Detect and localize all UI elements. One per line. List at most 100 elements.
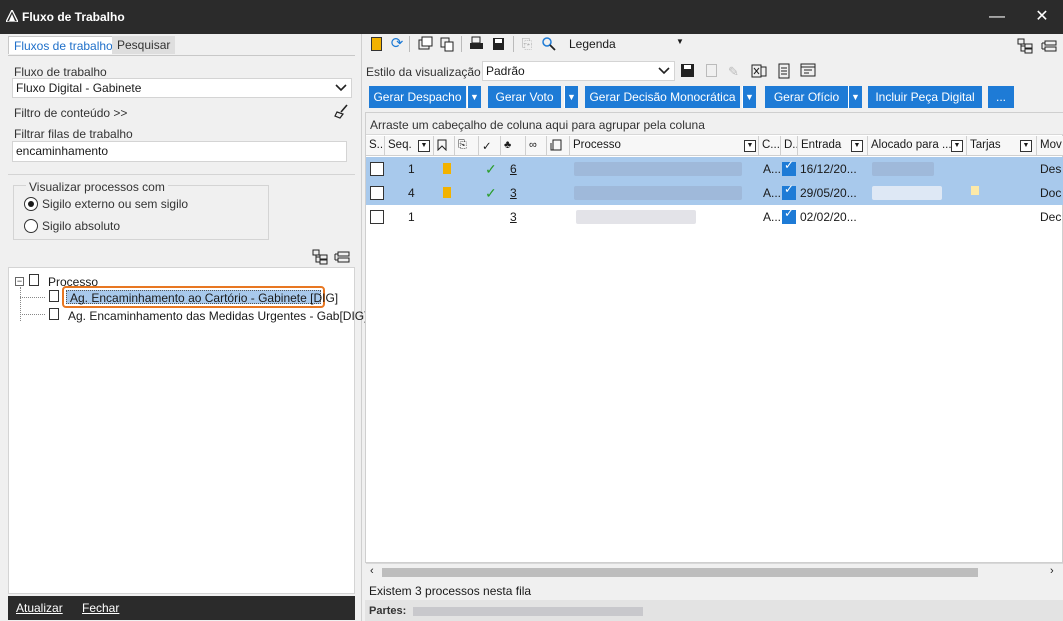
despacho-dropdown-button[interactable]: ▼ (467, 86, 481, 108)
col-header-processo[interactable]: Processo ▼ (570, 136, 759, 156)
radio-external-secrecy[interactable] (24, 197, 38, 211)
refresh-icon[interactable]: ⟳ (389, 36, 405, 52)
expand-tree-icon[interactable] (312, 249, 328, 265)
generate-oficio-button[interactable]: Gerar Ofício (765, 86, 848, 108)
table-row[interactable]: 4 ✓ 3 A... 29/05/20... Doc (366, 181, 1063, 205)
legend-label[interactable]: Legenda (569, 37, 616, 51)
cell-doc-count[interactable]: 3 (510, 205, 517, 229)
print-icon[interactable] (469, 36, 485, 52)
tree-item-cartorio[interactable]: Ag. Encaminhamento ao Cartório - Gabinet… (66, 290, 338, 305)
duplicate-icon[interactable] (439, 36, 455, 52)
col-header-attach[interactable]: ⎘ (455, 136, 479, 156)
view-style-value: Padrão (486, 64, 525, 78)
decisao-dropdown-button[interactable]: ▼ (742, 86, 756, 108)
row-select-checkbox[interactable] (370, 162, 384, 176)
cell-d-checkbox[interactable] (782, 206, 796, 224)
partes-bar: Partes: (365, 600, 1063, 621)
toolbar-separator (461, 36, 462, 52)
col-header-link[interactable]: ∞ (526, 136, 547, 156)
generate-decisao-button[interactable]: Gerar Decisão Monocrática (585, 86, 740, 108)
generate-voto-button[interactable]: Gerar Voto (488, 86, 561, 108)
workflow-select[interactable]: Fluxo Digital - Gabinete (12, 78, 352, 98)
save-view-icon[interactable] (681, 64, 694, 77)
status-bar: Existem 3 processos nesta fila (369, 584, 532, 598)
voto-dropdown-button[interactable]: ▼ (564, 86, 578, 108)
checkmark-icon: ✓ (485, 161, 497, 177)
radio-absolute-secrecy[interactable] (24, 219, 38, 233)
view-style-select[interactable]: Padrão (482, 61, 675, 81)
horizontal-scrollbar[interactable]: ‹ › (366, 563, 1063, 580)
col-header-tarjas[interactable]: Tarjas ▼ (967, 136, 1037, 156)
collapse-grid-icon[interactable] (1041, 38, 1057, 54)
tree-line (20, 297, 45, 298)
collapse-tree-icon[interactable] (334, 249, 350, 265)
col-header-seq[interactable]: Seq. ▼ (385, 136, 434, 156)
tree-line (20, 314, 45, 315)
col-header-entrada[interactable]: Entrada ▼ (798, 136, 868, 156)
cell-d-checkbox[interactable] (782, 158, 796, 176)
edit-view-icon[interactable]: ✎ (728, 64, 739, 80)
col-entrada-filter-icon[interactable]: ▼ (851, 140, 863, 152)
content-filter-toggle[interactable]: Filtro de conteúdo >> (14, 106, 127, 120)
oficio-dropdown-button[interactable]: ▼ (848, 86, 862, 108)
scroll-left-icon[interactable]: ‹ (370, 565, 374, 577)
table-row[interactable]: 1 3 A... 02/02/20... Dec (366, 205, 1063, 229)
col-header-bookmark[interactable] (434, 136, 455, 156)
report-icon[interactable] (776, 63, 792, 79)
expand-grid-icon[interactable] (1017, 38, 1033, 54)
row-select-checkbox[interactable] (370, 186, 384, 200)
left-panel: Fluxos de trabalho Pesquisar Fluxo de tr… (0, 34, 367, 621)
col-header-d[interactable]: D... (781, 136, 798, 156)
copy-window-icon[interactable] (417, 36, 433, 52)
workflow-select-value: Fluxo Digital - Gabinete (16, 81, 142, 95)
include-peca-button[interactable]: Incluir Peça Digital (868, 86, 982, 108)
tab-search[interactable]: Pesquisar (112, 36, 176, 54)
tab-workflows[interactable]: Fluxos de trabalho (8, 36, 119, 54)
queue-filter-input[interactable]: encaminhamento (12, 141, 347, 162)
chevron-down-icon (658, 67, 670, 75)
generate-despacho-button[interactable]: Gerar Despacho (369, 86, 466, 108)
row-select-checkbox[interactable] (370, 210, 384, 224)
cell-d-checkbox[interactable] (782, 182, 796, 200)
delete-view-icon[interactable] (706, 64, 717, 77)
excel-export-icon[interactable] (751, 63, 767, 79)
col-seq-filter-icon[interactable]: ▼ (418, 140, 430, 152)
close-panel-button[interactable]: Fechar (82, 601, 119, 615)
search-document-icon[interactable] (541, 36, 557, 52)
table-row[interactable]: 1 ✓ 6 A... 16/12/20... Des (366, 157, 1063, 181)
window-layout-icon[interactable] (800, 63, 816, 79)
queue-doc-icon (49, 290, 59, 302)
legend-dropdown-icon[interactable]: ▼ (676, 37, 684, 46)
cell-doc-count[interactable]: 6 (510, 157, 517, 181)
toolbar-separator (409, 36, 410, 52)
tree-collapse-toggle[interactable]: − (15, 277, 24, 286)
new-note-icon[interactable] (368, 36, 384, 52)
scroll-right-icon[interactable]: › (1050, 565, 1054, 577)
col-header-users[interactable]: ♣ (501, 136, 526, 156)
close-button[interactable]: ✕ (1027, 6, 1057, 28)
minimize-button[interactable]: — (982, 6, 1012, 28)
group-by-hint: Arraste um cabeçalho de coluna aqui para… (366, 113, 1063, 135)
save-copy-icon[interactable] (491, 36, 507, 52)
col-header-mov[interactable]: Mov (1037, 136, 1063, 156)
tree-item-medidas-urgentes[interactable]: Ag. Encaminhamento das Medidas Urgentes … (68, 309, 367, 323)
tab-divider (8, 55, 355, 56)
col-tarjas-filter-icon[interactable]: ▼ (1020, 140, 1032, 152)
refresh-button[interactable]: Atualizar (16, 601, 63, 615)
col-header-alocado[interactable]: Alocado para ... ▼ (868, 136, 967, 156)
col-processo-filter-icon[interactable]: ▼ (744, 140, 756, 152)
scrollbar-thumb[interactable] (382, 568, 978, 577)
filter-area: Fluxo de trabalho Fluxo Digital - Gabine… (8, 58, 355, 171)
workflow-label: Fluxo de trabalho (14, 65, 107, 79)
cell-seq: 4 (408, 186, 415, 200)
tree-line (20, 287, 21, 321)
col-header-doc[interactable] (547, 136, 570, 156)
col-header-c[interactable]: C... (759, 136, 781, 156)
clear-filter-broom-icon[interactable] (334, 104, 349, 119)
col-header-s[interactable]: S... (366, 136, 385, 156)
attach-icon[interactable]: ⎘ (519, 36, 535, 52)
cell-doc-count[interactable]: 3 (510, 181, 517, 205)
more-actions-button[interactable]: ... (988, 86, 1014, 108)
col-alocado-filter-icon[interactable]: ▼ (951, 140, 963, 152)
col-header-check[interactable]: ✓ (479, 136, 501, 156)
